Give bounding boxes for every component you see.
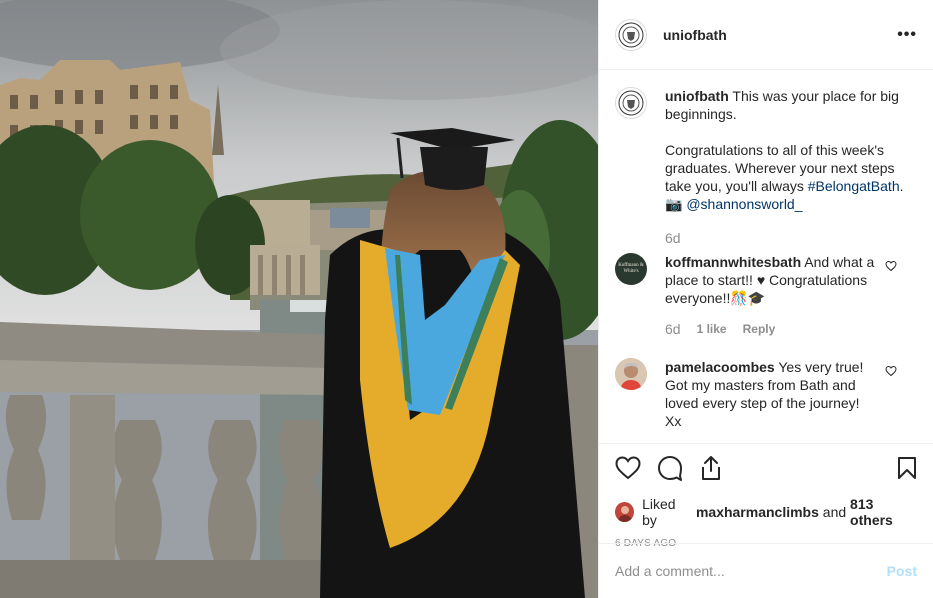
caption2-line-1: Congratulations to all of this week's <box>665 142 885 158</box>
commenter-avatar[interactable] <box>615 358 647 390</box>
comment-body: koffmannwhitesbath And what a place to s… <box>665 253 905 338</box>
comment-username[interactable]: koffmannwhitesbath <box>665 254 801 270</box>
caption: uniofbath This was your place for big be… <box>615 87 917 247</box>
comments-list[interactable]: uniofbath This was your place for big be… <box>599 71 933 443</box>
caption2-line-3: take you, you'll always <box>665 178 808 194</box>
add-comment-bar: Post <box>599 543 933 598</box>
likes-and: and <box>818 504 851 520</box>
liker-avatar[interactable] <box>615 502 635 522</box>
caption-age[interactable]: 6d <box>665 229 681 247</box>
heart-icon[interactable] <box>615 455 641 483</box>
comment-line-2: Got my masters from Bath and <box>665 377 856 393</box>
comment-username[interactable]: pamelacoombes <box>665 359 775 375</box>
commenter-avatar[interactable]: Koffmann & White's <box>615 253 647 285</box>
author-username[interactable]: uniofbath <box>663 27 727 43</box>
liker-username[interactable]: maxharmanclimbs <box>696 504 819 520</box>
comment-age[interactable]: 6d <box>665 320 681 338</box>
caption-username[interactable]: uniofbath <box>665 88 729 104</box>
caption-author-avatar[interactable] <box>615 87 647 119</box>
comment-item: pamelacoombes Yes very true! Got my mast… <box>615 358 917 430</box>
comment-line-1: And what a <box>804 254 875 270</box>
caption2-line-2: graduates. Wherever your next steps <box>665 160 895 176</box>
comment-line-1: Yes very true! <box>778 359 864 375</box>
likes-summary: Liked by maxharmanclimbs and 813 others <box>615 496 917 528</box>
likes-count[interactable]: 813 others <box>850 496 917 528</box>
post-actions: Liked by maxharmanclimbs and 813 others … <box>599 443 933 549</box>
caption-line-1: This was your place for big <box>732 88 899 104</box>
hashtag-tail: . <box>899 178 904 194</box>
comment-input[interactable] <box>615 563 887 579</box>
comment-likes[interactable]: 1 like <box>697 320 727 338</box>
reply-button[interactable]: Reply <box>743 320 776 338</box>
person-avatar-icon <box>615 358 647 390</box>
post-side-panel: uniofbath ••• uniofbath This was your pl… <box>598 0 933 598</box>
commenter-avatar-text: Koffmann & White's <box>618 263 644 274</box>
post-header: uniofbath ••• <box>599 0 933 70</box>
post-comment-button[interactable]: Post <box>887 563 917 579</box>
small-heart-icon[interactable] <box>885 364 897 380</box>
instagram-post-modal: uniofbath ••• uniofbath This was your pl… <box>0 0 933 598</box>
caption-body: uniofbath This was your place for big be… <box>665 87 905 247</box>
small-heart-icon[interactable] <box>885 259 897 275</box>
caption-line-2: beginnings. <box>665 106 737 122</box>
comment-item: Koffmann & White's koffmannwhitesbath An… <box>615 253 917 338</box>
action-icons <box>615 444 917 494</box>
comment-line-2: place to start!! ♥ Congratulations <box>665 272 868 288</box>
post-photo-illustration <box>0 0 598 598</box>
share-icon[interactable] <box>699 455 723 484</box>
mention-link[interactable]: @shannonsworld_ <box>686 196 802 212</box>
comment-line-4: Xx <box>665 413 682 429</box>
comment-line-3: everyone!!🎊🎓 <box>665 290 766 306</box>
comment-body: pamelacoombes Yes very true! Got my mast… <box>665 358 905 430</box>
university-crest-icon <box>618 90 644 116</box>
hashtag-link[interactable]: #BelongatBath <box>808 178 900 194</box>
post-photo[interactable] <box>0 0 598 598</box>
comment-meta: 6d 1 like Reply <box>665 320 905 338</box>
bookmark-icon[interactable] <box>897 456 917 483</box>
comment-line-3: loved every step of the journey! <box>665 395 860 411</box>
university-crest-icon <box>618 22 644 47</box>
more-options-icon[interactable]: ••• <box>897 26 917 44</box>
likes-prefix: Liked by <box>642 496 676 528</box>
camera-emoji: 📷 <box>665 196 683 212</box>
comment-icon[interactable] <box>657 455 683 484</box>
caption-meta: 6d <box>665 229 905 247</box>
author-avatar[interactable] <box>615 18 647 51</box>
